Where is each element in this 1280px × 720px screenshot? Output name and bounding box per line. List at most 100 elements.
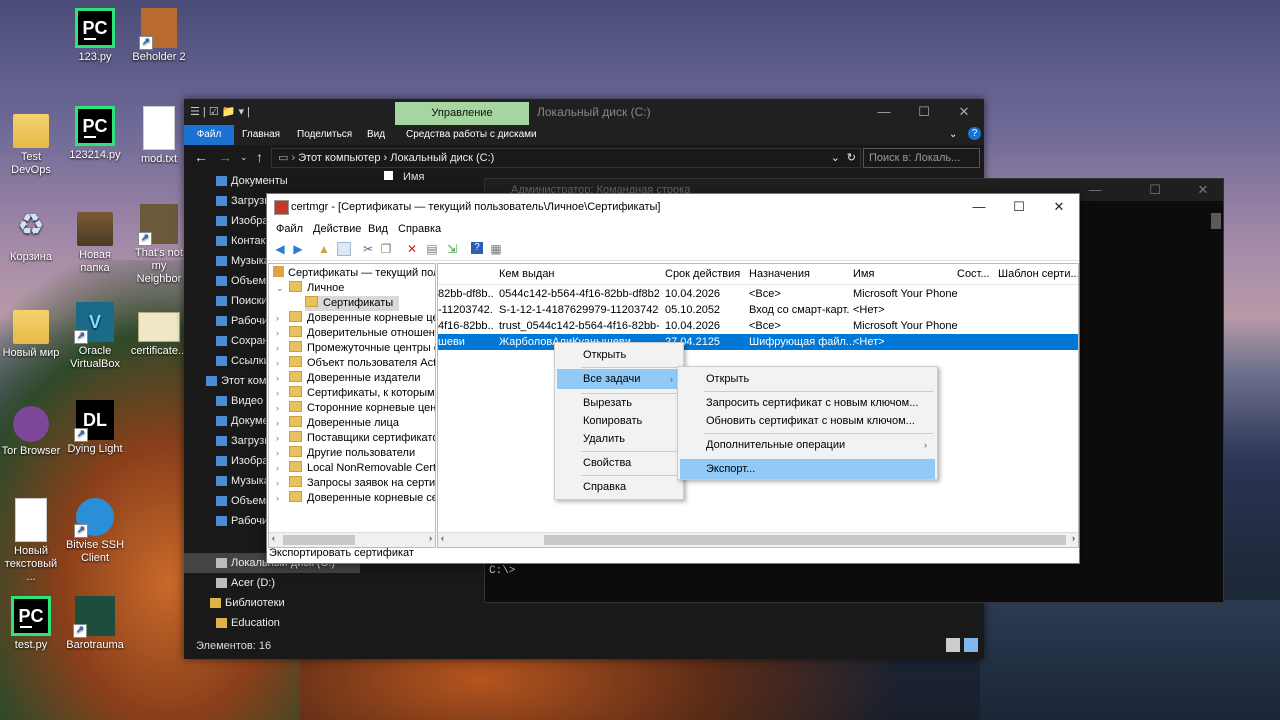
close-button[interactable]: ✕	[1183, 179, 1223, 201]
scroll-right-icon[interactable]: ›	[429, 533, 432, 543]
nav-item-libraries[interactable]: Библиотеки	[210, 593, 285, 613]
column-purposes[interactable]: Назначения	[749, 268, 810, 280]
desktop-icon-neighbor[interactable]: That's not my Neighbor	[128, 204, 190, 286]
up-icon[interactable]: ↑	[256, 149, 263, 165]
list-horizontal-scrollbar[interactable]: ‹ ›	[438, 532, 1078, 547]
nav-item-3d-objects[interactable]: Объемн	[216, 271, 272, 291]
recent-chevron-icon[interactable]: ⌄	[240, 152, 248, 163]
cut-icon[interactable]: ✂	[361, 242, 375, 256]
tiles-view-icon[interactable]	[964, 638, 978, 652]
maximize-button[interactable]: ☐	[1135, 179, 1175, 201]
tree-horizontal-scrollbar[interactable]: ‹ ›	[269, 532, 435, 547]
nav-item-desktop-2[interactable]: Рабочи	[216, 511, 268, 531]
nav-item-contacts[interactable]: Контакт	[216, 231, 271, 251]
tree-node-ad-user-object[interactable]: Объект пользователя Active	[289, 356, 435, 371]
desktop-icon-certificate[interactable]: certificate...	[128, 302, 190, 358]
tree-node-third-party-root[interactable]: Сторонние корневые центр	[289, 401, 435, 416]
tree-node-personal[interactable]: Личное	[289, 281, 344, 296]
desktop-icon-modtxt[interactable]: mod.txt	[128, 106, 190, 166]
nav-item-downloads-2[interactable]: Загрузк	[216, 431, 269, 451]
nav-item-desktop[interactable]: Рабочи	[216, 311, 268, 331]
nav-item-pictures[interactable]: Изобра	[216, 211, 268, 231]
nav-item-links[interactable]: Ссылки	[216, 351, 270, 371]
scroll-left-icon[interactable]: ‹	[272, 533, 275, 543]
expand-arrow[interactable]: ›	[276, 371, 279, 386]
maximize-button[interactable]: ☐	[999, 194, 1039, 220]
column-expiration[interactable]: Срок действия	[665, 268, 740, 280]
submenu-item-request-new-key[interactable]: Запросить сертификат с новым ключом...	[680, 393, 935, 413]
expand-arrow[interactable]: ›	[276, 446, 279, 461]
menu-item-delete[interactable]: Удалить	[557, 429, 681, 449]
select-all-checkbox[interactable]	[384, 171, 393, 180]
tree-node-certificates[interactable]: Сертификаты	[305, 296, 400, 311]
desktop-icon-123214py[interactable]: PC 123214.py	[64, 106, 126, 162]
menu-file[interactable]: Файл	[276, 223, 303, 235]
nav-item-searches[interactable]: Поиски	[216, 291, 268, 311]
address-dropdown-icon[interactable]: ⌄	[831, 149, 840, 167]
expand-arrow[interactable]: ›	[276, 356, 279, 371]
desktop-icon-recycle-bin[interactable]: ♻ Корзина	[0, 204, 62, 264]
help-icon[interactable]: ?	[471, 242, 483, 254]
column-status[interactable]: Сост...	[957, 268, 990, 280]
scroll-thumb[interactable]	[544, 535, 1066, 545]
back-icon[interactable]: ←	[194, 149, 208, 165]
tree-node-other-people[interactable]: Другие пользователи	[289, 446, 415, 461]
quick-access-toolbar[interactable]: ☰ | ☑ 📁 ▾ |	[190, 105, 250, 118]
delete-icon[interactable]: ✕	[405, 242, 419, 256]
expand-arrow[interactable]: ›	[276, 326, 279, 341]
export-icon[interactable]: ⇲	[445, 242, 459, 256]
nav-item-pictures-2[interactable]: Изобра	[216, 451, 268, 471]
tree-node-intermediate[interactable]: Промежуточные центры сер	[289, 341, 435, 356]
close-button[interactable]: ✕	[1039, 194, 1079, 220]
tab-drive-tools[interactable]: Средства работы с дисками	[406, 129, 537, 140]
menu-view[interactable]: Вид	[368, 223, 388, 235]
minimize-button[interactable]: —	[1075, 179, 1115, 201]
tab-view[interactable]: Вид	[367, 129, 385, 140]
address-path[interactable]: ▭ › Этот компьютер › Локальный диск (C:)…	[271, 148, 861, 168]
scroll-thumb[interactable]	[283, 535, 355, 545]
close-button[interactable]: ✕	[944, 99, 984, 125]
submenu-item-renew-new-key[interactable]: Обновить сертификат с новым ключом...	[680, 411, 935, 431]
nav-item-documents-2[interactable]: Докуме	[216, 411, 269, 431]
nav-item-saved[interactable]: Сохран	[216, 331, 269, 351]
desktop-icon-test-devops[interactable]: Test DevOps	[0, 106, 62, 177]
tree-node-untrusted[interactable]: Сертификаты, к которым нет	[289, 386, 435, 401]
file-list-header[interactable]: Имя	[384, 171, 424, 183]
table-row[interactable]: 4f16-82bb... trust_0544c142-b564-4f16-82…	[438, 318, 1078, 334]
maximize-button[interactable]: ☐	[904, 99, 944, 125]
cmd-scrollbar[interactable]	[1211, 213, 1221, 229]
expand-arrow[interactable]: ›	[276, 311, 279, 326]
search-input[interactable]: Поиск в: Локаль...	[863, 148, 980, 168]
column-issued-by[interactable]: Кем выдан	[499, 268, 555, 280]
tree-node-trusted-publishers[interactable]: Доверенные издатели	[289, 371, 420, 386]
tree-node-enrollment-requests[interactable]: Запросы заявок на сертифик	[289, 476, 435, 491]
tree-node-enterprise-trust[interactable]: Доверительные отношения	[289, 326, 435, 341]
nav-item-acer-d[interactable]: Acer (D:)	[216, 573, 275, 593]
help-icon[interactable]: ?	[968, 127, 981, 140]
tab-manage[interactable]: Управление	[395, 102, 529, 125]
desktop-icon-dying-light[interactable]: DLDying Light	[64, 400, 126, 456]
menu-item-help[interactable]: Справка	[557, 477, 681, 497]
tree-node-trusted-root[interactable]: Доверенные корневые цент	[289, 311, 435, 326]
submenu-item-export[interactable]: Экспорт...	[680, 459, 935, 479]
expand-arrow[interactable]: ›	[276, 476, 279, 491]
tree-node-local-nonremovable[interactable]: Local NonRemovable Certifica	[289, 461, 435, 476]
tree-node-trusted-people[interactable]: Доверенные лица	[289, 416, 399, 431]
cmd-prompt[interactable]: C:\>	[489, 565, 515, 577]
table-row[interactable]: -11203742... S-1-12-1-4187629979-1120374…	[438, 302, 1078, 318]
details-view-icon[interactable]	[946, 638, 960, 652]
tab-home[interactable]: Главная	[242, 129, 280, 140]
desktop-icon-new-folder[interactable]: Новая папка	[64, 204, 126, 275]
up-folder-icon[interactable]: ▲	[317, 242, 331, 256]
expand-arrow[interactable]: ›	[276, 401, 279, 416]
tab-share[interactable]: Поделиться	[297, 129, 352, 140]
properties-icon[interactable]: ▤	[425, 242, 439, 256]
expand-arrow[interactable]: ›	[276, 341, 279, 356]
menu-item-cut[interactable]: Вырезать	[557, 393, 681, 413]
expand-arrow[interactable]: ›	[276, 461, 279, 476]
nav-item-education[interactable]: Education	[216, 613, 280, 633]
tab-file[interactable]: Файл	[184, 125, 234, 145]
breadcrumb-this-pc[interactable]: Этот компьютер	[298, 152, 380, 164]
forward-icon[interactable]: →	[218, 149, 232, 165]
scroll-left-icon[interactable]: ‹	[441, 533, 444, 543]
